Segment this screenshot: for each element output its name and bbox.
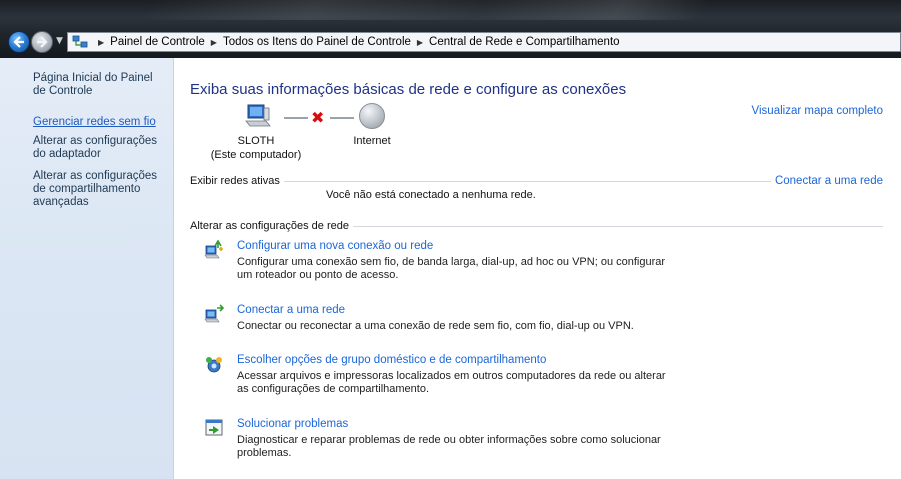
change-adapter-settings-link[interactable]: Alterar as configurações do adaptador — [33, 135, 168, 161]
connect-to-network-link[interactable]: Conectar a uma rede — [770, 175, 883, 187]
computer-icon — [245, 104, 271, 127]
troubleshoot-link[interactable]: Solucionar problemas — [237, 418, 348, 430]
disconnected-x-icon: ✖ — [311, 108, 325, 127]
breadcrumb-separator-icon[interactable]: ▶ — [98, 38, 104, 47]
connect-network-icon — [204, 304, 224, 323]
connection-line — [284, 117, 308, 119]
breadcrumb-item-all-items[interactable]: Todos os Itens do Painel de Controle — [223, 36, 411, 48]
setup-connection-link[interactable]: Configurar uma nova conexão ou rede — [237, 240, 433, 252]
breadcrumb-separator-icon[interactable]: ▶ — [417, 38, 423, 47]
computer-subtitle: (Este computador) — [210, 149, 302, 161]
troubleshoot-icon — [205, 419, 223, 436]
breadcrumb-item-network-center[interactable]: Central de Rede e Compartilhamento — [429, 36, 620, 48]
address-toolbar: ▼ ▶ Painel de Controle ▶ Todos os Itens … — [0, 0, 901, 58]
title-bar-glare — [138, 0, 722, 20]
network-center-icon — [72, 35, 88, 48]
view-full-map-link[interactable]: Visualizar mapa completo — [752, 105, 883, 117]
back-arrow-icon — [13, 36, 24, 48]
manage-wireless-link[interactable]: Gerenciar redes sem fio — [33, 116, 168, 129]
main-content: Exiba suas informações básicas de rede e… — [174, 58, 901, 479]
computer-name: SLOTH — [237, 135, 275, 147]
internet-globe-icon — [359, 103, 385, 129]
no-network-message: Você não está conectado a nenhuma rede. — [326, 189, 536, 201]
breadcrumb: ▶ Painel de Controle ▶ Todos os Itens do… — [92, 36, 620, 48]
change-settings-label: Alterar as configurações de rede — [190, 220, 353, 232]
homegroup-sharing-link[interactable]: Escolher opções de grupo doméstico e de … — [237, 354, 546, 366]
active-networks-label: Exibir redes ativas — [190, 175, 284, 187]
control-panel-home-link[interactable]: Página Inicial do Painel de Controle — [33, 72, 168, 98]
forward-arrow-icon — [37, 36, 48, 48]
connect-to-network-description: Conectar ou reconectar a uma conexão de … — [237, 320, 634, 332]
task-pane: Página Inicial do Painel de Controle Ger… — [0, 58, 174, 479]
breadcrumb-item-control-panel[interactable]: Painel de Controle — [110, 36, 205, 48]
homegroup-icon — [206, 357, 222, 373]
connect-to-network-task-link[interactable]: Conectar a uma rede — [237, 304, 345, 316]
new-connection-icon — [204, 240, 223, 259]
page-title: Exiba suas informações básicas de rede e… — [190, 81, 627, 98]
forward-button[interactable] — [31, 31, 53, 53]
back-button[interactable] — [8, 31, 30, 53]
advanced-sharing-settings-link[interactable]: Alterar as configurações de compartilham… — [33, 170, 168, 209]
setup-connection-description: Configurar uma conexão sem fio, de banda… — [237, 256, 666, 281]
recent-pages-dropdown[interactable]: ▼ — [56, 36, 63, 46]
homegroup-sharing-description: Acessar arquivos e impressoras localizad… — [237, 370, 666, 395]
address-bar[interactable]: ▶ Painel de Controle ▶ Todos os Itens do… — [67, 32, 901, 52]
internet-label: Internet — [353, 135, 391, 147]
breadcrumb-separator-icon[interactable]: ▶ — [211, 38, 217, 47]
troubleshoot-description: Diagnosticar e reparar problemas de rede… — [237, 434, 661, 459]
connection-line — [330, 117, 354, 119]
